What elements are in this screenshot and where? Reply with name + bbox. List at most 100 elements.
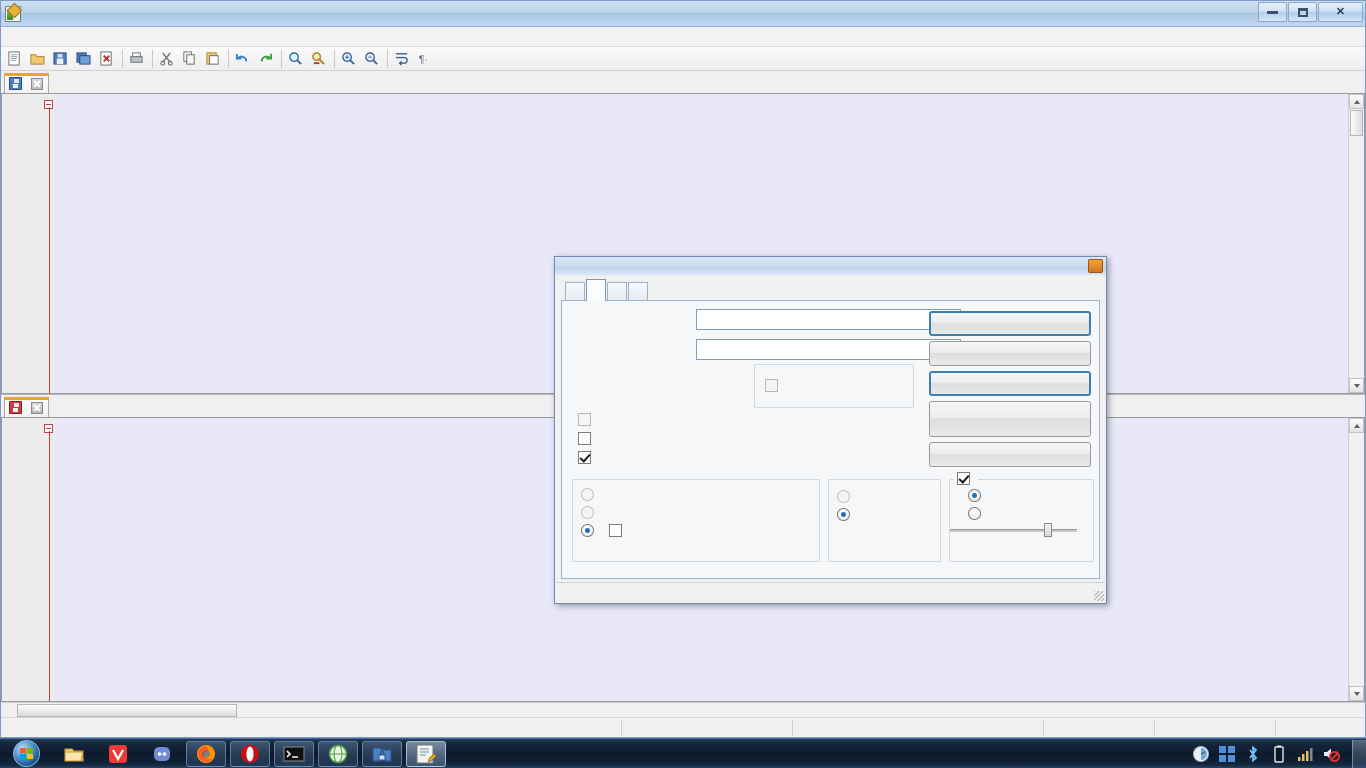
redo-button[interactable] xyxy=(255,48,277,69)
status-position xyxy=(793,719,1043,737)
fold-margin-top[interactable] xyxy=(42,94,55,393)
replace-button[interactable] xyxy=(308,48,330,69)
svg-text:·: · xyxy=(425,54,428,65)
tab-find-in-files[interactable] xyxy=(607,282,627,301)
replace-with-combo[interactable] xyxy=(696,339,961,360)
find-what-combo[interactable] xyxy=(696,309,961,330)
menu-item-settings[interactable] xyxy=(88,35,102,39)
menu-item-view[interactable] xyxy=(46,35,60,39)
menu-item-search[interactable] xyxy=(32,35,46,39)
wrap-around-checkbox[interactable] xyxy=(578,451,596,464)
close-button[interactable]: ✕ xyxy=(1318,2,1363,22)
direction-down-radio[interactable] xyxy=(837,508,940,521)
resize-grip-icon[interactable] xyxy=(1094,591,1104,601)
taskbar-item-firefox[interactable] xyxy=(186,741,226,767)
replace-button[interactable] xyxy=(929,341,1091,366)
transparency-slider[interactable] xyxy=(950,523,1077,537)
maximize-button[interactable] xyxy=(1288,2,1317,22)
transparency-checkbox[interactable] xyxy=(954,472,978,485)
search-mode-extended-radio[interactable] xyxy=(581,506,819,519)
volume-muted-icon[interactable] xyxy=(1321,744,1341,764)
windows-tiles-icon[interactable] xyxy=(1217,744,1237,764)
replace-all-button[interactable] xyxy=(929,371,1091,396)
battery-icon[interactable] xyxy=(1269,744,1289,764)
taskbar-item-opera[interactable] xyxy=(230,741,270,767)
fold-margin-bottom[interactable] xyxy=(42,418,55,701)
search-mode-normal-radio[interactable] xyxy=(581,488,819,501)
scrollbar-thumb[interactable] xyxy=(1350,110,1363,136)
save-disk-icon xyxy=(9,77,22,90)
taskbar-item-explorer[interactable] xyxy=(54,741,94,767)
scroll-up-icon[interactable] xyxy=(1349,418,1364,433)
copy-button[interactable] xyxy=(179,48,201,69)
search-mode-regex-radio[interactable] xyxy=(581,524,819,537)
vertical-scrollbar-top[interactable] xyxy=(1348,94,1364,393)
direction-up-radio[interactable] xyxy=(837,490,940,503)
tab-close-icon[interactable] xyxy=(31,402,43,414)
menu-item-tools[interactable] xyxy=(102,35,116,39)
direction-group xyxy=(828,479,941,562)
menu-item-encoding[interactable] xyxy=(60,35,74,39)
taskbar-item-discord[interactable] xyxy=(142,741,182,767)
transparency-on-losing-focus-radio[interactable] xyxy=(968,489,1093,502)
tab-main-css-top[interactable] xyxy=(4,73,49,93)
save-all-button[interactable] xyxy=(73,48,95,69)
zoom-out-button[interactable] xyxy=(361,48,383,69)
taskbar-item-folder-lock[interactable] xyxy=(362,741,402,767)
taskbar-item-notepad-plus-plus[interactable] xyxy=(406,741,446,767)
horizontal-scrollbar-bottom[interactable] xyxy=(1,702,1365,717)
tab-mark[interactable] xyxy=(628,282,648,301)
menu-item-language[interactable] xyxy=(74,35,88,39)
dot-matches-newline-checkbox[interactable] xyxy=(609,524,627,537)
tab-close-icon[interactable] xyxy=(31,78,43,90)
show-symbols-button[interactable]: ¶· xyxy=(414,48,436,69)
tab-replace[interactable] xyxy=(586,279,606,301)
transparency-always-radio[interactable] xyxy=(968,507,1093,520)
show-desktop-button[interactable] xyxy=(1352,740,1366,768)
menu-item-run[interactable] xyxy=(130,35,144,39)
find-button[interactable] xyxy=(285,48,307,69)
taskbar-item-browser-globe[interactable] xyxy=(318,741,358,767)
close-dialog-button[interactable] xyxy=(929,442,1091,467)
taskbar-item-command-prompt[interactable] xyxy=(274,741,314,767)
vertical-scrollbar-bottom[interactable] xyxy=(1348,418,1364,701)
find-next-button[interactable] xyxy=(929,311,1091,336)
menu-item-edit[interactable] xyxy=(18,35,32,39)
action-center-icon[interactable] xyxy=(1191,744,1211,764)
tab-main-css-bottom[interactable] xyxy=(4,397,49,417)
open-file-button[interactable] xyxy=(27,48,49,69)
menu-item-help[interactable] xyxy=(172,35,186,39)
match-case-checkbox[interactable] xyxy=(578,432,596,445)
scroll-down-icon[interactable] xyxy=(1349,378,1364,393)
undo-button[interactable] xyxy=(232,48,254,69)
menu-item-window[interactable] xyxy=(158,35,172,39)
minimize-button[interactable] xyxy=(1258,2,1287,22)
folder-lock-icon xyxy=(371,743,393,765)
tab-find[interactable] xyxy=(565,282,585,301)
bluetooth-icon[interactable] xyxy=(1243,744,1263,764)
scroll-up-icon[interactable] xyxy=(1349,94,1364,109)
save-button[interactable] xyxy=(50,48,72,69)
taskbar-item-vivaldi[interactable] xyxy=(98,741,138,767)
close-file-button[interactable] xyxy=(96,48,118,69)
new-file-button[interactable] xyxy=(4,48,26,69)
dialog-close-button[interactable] xyxy=(1088,259,1103,273)
scrollbar-thumb[interactable] xyxy=(17,704,237,717)
in-selection-checkbox[interactable] xyxy=(765,379,783,392)
menu-item-macro[interactable] xyxy=(116,35,130,39)
start-button[interactable] xyxy=(2,740,50,768)
zoom-in-button[interactable] xyxy=(338,48,360,69)
network-signal-icon[interactable] xyxy=(1295,744,1315,764)
word-wrap-button[interactable] xyxy=(391,48,413,69)
cut-button[interactable] xyxy=(156,48,178,69)
menu-item-plugins[interactable] xyxy=(144,35,158,39)
slider-knob[interactable] xyxy=(1044,523,1052,537)
print-button[interactable] xyxy=(126,48,148,69)
match-whole-word-checkbox[interactable] xyxy=(578,413,596,426)
menu-item-file[interactable] xyxy=(4,35,18,39)
dialog-status-message xyxy=(556,582,1105,602)
replace-all-opened-documents-button[interactable] xyxy=(929,401,1091,437)
scroll-down-icon[interactable] xyxy=(1349,686,1364,701)
checkbox-icon xyxy=(609,524,622,537)
paste-button[interactable] xyxy=(202,48,224,69)
